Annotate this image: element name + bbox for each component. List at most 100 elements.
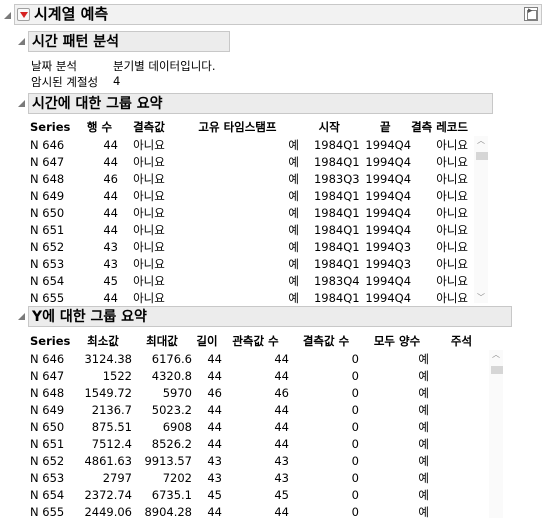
table-row: N 655 2449.06 8904.28 44 44 0 예: [30, 504, 480, 520]
table-cell: 2136.7: [91, 402, 132, 417]
table-cell: 1549.72: [84, 385, 132, 400]
table-cell: 45: [274, 488, 289, 503]
vertical-scrollbar[interactable]: ︿: [489, 350, 503, 518]
table-cell: N 650: [30, 205, 65, 220]
table-cell: 아니요: [133, 205, 165, 220]
table-cell: N 655: [30, 505, 65, 520]
column-header[interactable]: 행 수: [81, 117, 122, 136]
collapse-triangle-icon[interactable]: [4, 12, 11, 19]
table-cell: 아니요: [133, 171, 165, 186]
table-cell: 44: [207, 505, 222, 520]
table-cell: 아니요: [436, 171, 468, 186]
table-cell: 43: [207, 471, 222, 486]
table-cell: 1994Q4: [365, 171, 412, 186]
table-cell: N 653: [30, 257, 65, 272]
column-header[interactable]: 관측값 수: [222, 331, 293, 350]
column-header[interactable]: 끝: [360, 117, 411, 136]
table-cell: N 646: [30, 351, 65, 366]
red-triangle-menu-icon[interactable]: [17, 8, 30, 21]
table-cell: [443, 350, 480, 367]
table-cell: 5970: [162, 385, 192, 400]
table-row: N 649 44 아니요 예 1984Q1 1994Q4 아니요: [30, 187, 472, 204]
table-cell: 46: [274, 385, 289, 400]
table-row: N 648 1549.72 5970 46 46 0 예: [30, 384, 480, 401]
table-row: N 654 2372.74 6735.1 45 45 0 예: [30, 487, 480, 504]
table-cell: 0: [351, 419, 359, 434]
scrollbar-thumb[interactable]: [491, 366, 503, 374]
table-cell: 아니요: [436, 223, 468, 238]
column-header[interactable]: 결측값 수: [293, 331, 365, 350]
table-cell: 예: [418, 454, 429, 469]
column-header[interactable]: Series: [30, 117, 81, 136]
table-cell: 예: [288, 274, 299, 289]
table-cell: [443, 367, 480, 384]
table-cell: 0: [351, 505, 359, 520]
table-header-row: Series 최소값 최대값 길이 관측값 수 결측값 수 모두 양수 주석: [30, 331, 480, 350]
column-header[interactable]: 모두 양수: [365, 331, 443, 350]
table-cell: 44: [207, 351, 222, 366]
table-cell: 아니요: [133, 188, 165, 203]
scrollbar-thumb[interactable]: [476, 152, 488, 160]
table-cell: 44: [207, 419, 222, 434]
table-cell: 아니요: [133, 257, 165, 272]
vertical-scrollbar[interactable]: ︿ ﹀: [474, 136, 488, 303]
column-header[interactable]: 고유 타임스탬프: [176, 117, 299, 136]
column-header[interactable]: 주석: [443, 331, 480, 350]
table-cell: N 652: [30, 454, 65, 469]
table-row: N 647 44 아니요 예 1984Q1 1994Q4 아니요: [30, 153, 472, 170]
table-cell: 1994Q3: [365, 257, 412, 272]
table-cell: 예: [418, 505, 429, 520]
table-cell: 44: [207, 402, 222, 417]
section-header-time-summary[interactable]: 시간에 대한 그룹 요약: [28, 93, 493, 114]
table-cell: 44: [103, 223, 118, 238]
table-cell: 1984Q1: [313, 291, 360, 306]
column-header[interactable]: Series: [30, 331, 74, 350]
column-header[interactable]: 길이: [192, 331, 222, 350]
table-cell: N 655: [30, 291, 65, 306]
table-cell: N 653: [30, 471, 65, 486]
table-cell: 아니요: [133, 223, 165, 238]
table-cell: 44: [207, 437, 222, 452]
table-cell: 8526.2: [151, 437, 192, 452]
table-cell: 1994Q4: [365, 223, 412, 238]
copy-icon[interactable]: [524, 6, 538, 21]
table-cell: 아니요: [133, 274, 165, 289]
collapse-triangle-icon[interactable]: [18, 100, 25, 107]
scroll-up-icon[interactable]: ︿: [492, 351, 500, 359]
collapse-triangle-icon[interactable]: [18, 313, 25, 320]
table-row: N 646 44 아니요 예 1984Q1 1994Q4 아니요: [30, 136, 472, 153]
table-cell: 1994Q4: [365, 188, 412, 203]
table-cell: 45: [207, 488, 222, 503]
table-cell: 아니요: [133, 137, 165, 152]
table-cell: 아니요: [436, 291, 468, 306]
collapse-triangle-icon[interactable]: [18, 38, 25, 45]
column-header[interactable]: 결측 레코드: [411, 117, 472, 136]
table-cell: 예: [418, 385, 429, 400]
table-cell: 예: [418, 471, 429, 486]
table-cell: 1983Q3: [313, 171, 360, 186]
scroll-up-icon[interactable]: ︿: [477, 137, 485, 145]
scroll-down-icon[interactable]: ﹀: [477, 294, 485, 302]
table-row: N 652 43 아니요 예 1984Q1 1994Q3 아니요: [30, 239, 472, 256]
table-row: N 653 43 아니요 예 1984Q1 1994Q3 아니요: [30, 256, 472, 273]
table-cell: 0: [351, 385, 359, 400]
section-header-time-pattern[interactable]: 시간 패턴 분석: [28, 31, 230, 52]
table-row: N 655 44 아니요 예 1984Q1 1994Q4 아니요: [30, 290, 472, 307]
table-row: N 651 44 아니요 예 1984Q1 1994Q4 아니요: [30, 221, 472, 238]
table-row: N 651 7512.4 8526.2 44 44 0 예: [30, 435, 480, 452]
table-cell: 44: [274, 368, 289, 383]
table-cell: 44: [103, 291, 118, 306]
column-header[interactable]: 결측값: [122, 117, 176, 136]
table-cell: N 648: [30, 171, 65, 186]
table-cell: [443, 401, 480, 418]
section-title: 시간에 대한 그룹 요약: [32, 96, 163, 112]
table-cell: 0: [351, 488, 359, 503]
column-header[interactable]: 시작: [299, 117, 360, 136]
table-cell: N 647: [30, 154, 65, 169]
column-header[interactable]: 최대값: [132, 331, 192, 350]
section-header-y-summary[interactable]: Y에 대한 그룹 요약: [28, 306, 512, 327]
column-header[interactable]: 최소값: [74, 331, 132, 350]
table-cell: 예: [288, 257, 299, 272]
table-cell: 1994Q4: [365, 137, 412, 152]
table-cell: 6908: [162, 419, 192, 434]
